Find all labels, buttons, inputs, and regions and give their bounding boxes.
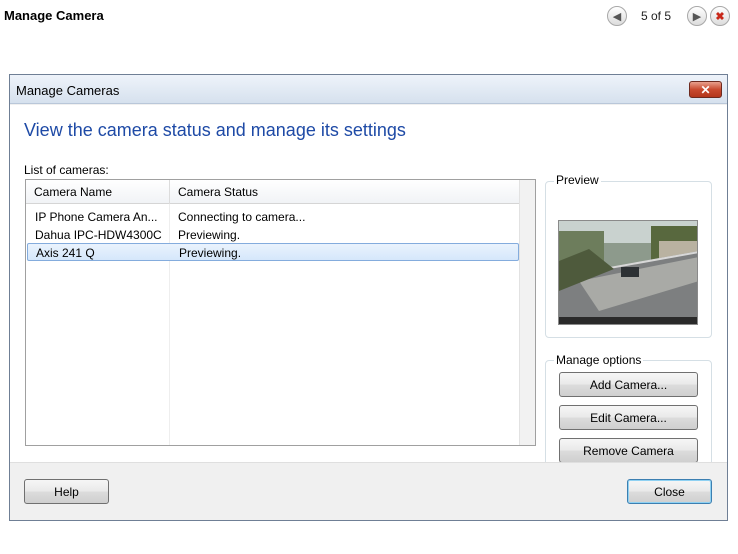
close-wizard-button[interactable]: ✖ bbox=[710, 6, 730, 26]
camera-status-cell: Previewing. bbox=[178, 228, 241, 242]
column-header-camera-name[interactable]: Camera Name bbox=[26, 180, 170, 204]
dialog-close-button[interactable]: ✕ bbox=[689, 81, 722, 98]
dialog-content: View the camera status and manage its se… bbox=[10, 105, 727, 476]
close-icon: ✕ bbox=[700, 82, 711, 97]
page-counter: 5 of 5 bbox=[641, 9, 672, 23]
dialog-footer: Help Close bbox=[10, 462, 727, 520]
manage-cameras-dialog: Manage Cameras ✕ View the camera status … bbox=[9, 74, 728, 521]
camera-list[interactable]: Camera Name Camera Status IP Phone Camer… bbox=[25, 179, 536, 446]
dialog-title: Manage Cameras bbox=[16, 83, 120, 98]
arrow-left-icon: ◀ bbox=[612, 10, 622, 23]
dialog-heading: View the camera status and manage its se… bbox=[24, 120, 406, 140]
edit-camera-button[interactable]: Edit Camera... bbox=[559, 405, 698, 430]
manage-options-label: Manage options bbox=[554, 353, 644, 367]
page-title: Manage Camera bbox=[4, 8, 104, 23]
arrow-right-icon: ▶ bbox=[692, 10, 702, 23]
close-icon: ✖ bbox=[715, 10, 725, 23]
camera-name-cell: Axis 241 Q bbox=[36, 246, 95, 260]
preview-scene bbox=[559, 221, 697, 324]
table-row[interactable]: IP Phone Camera An... Connecting to came… bbox=[27, 208, 519, 226]
camera-name-cell: Dahua IPC-HDW4300C bbox=[35, 228, 162, 242]
camera-list-label: List of cameras: bbox=[24, 163, 109, 177]
page-navigation: ◀ 5 of 5 ▶ ✖ bbox=[607, 6, 732, 28]
next-button[interactable]: ▶ bbox=[687, 6, 707, 26]
camera-status-cell: Previewing. bbox=[179, 246, 242, 260]
remove-camera-button[interactable]: Remove Camera bbox=[559, 438, 698, 463]
vertical-scrollbar[interactable] bbox=[519, 180, 535, 445]
camera-status-cell: Connecting to camera... bbox=[178, 210, 306, 224]
preview-label: Preview bbox=[554, 173, 601, 187]
table-row[interactable]: Dahua IPC-HDW4300C Previewing. bbox=[27, 226, 519, 244]
previous-button[interactable]: ◀ bbox=[607, 6, 627, 26]
camera-preview-image bbox=[558, 220, 698, 325]
column-header-camera-status[interactable]: Camera Status bbox=[170, 180, 520, 204]
help-button[interactable]: Help bbox=[24, 479, 109, 504]
camera-list-header: Camera Name Camera Status bbox=[26, 180, 520, 204]
dialog-titlebar: Manage Cameras ✕ bbox=[10, 75, 727, 104]
close-button[interactable]: Close bbox=[627, 479, 712, 504]
add-camera-button[interactable]: Add Camera... bbox=[559, 372, 698, 397]
table-row[interactable]: Axis 241 Q Previewing. bbox=[27, 243, 519, 261]
camera-name-cell: IP Phone Camera An... bbox=[35, 210, 158, 224]
